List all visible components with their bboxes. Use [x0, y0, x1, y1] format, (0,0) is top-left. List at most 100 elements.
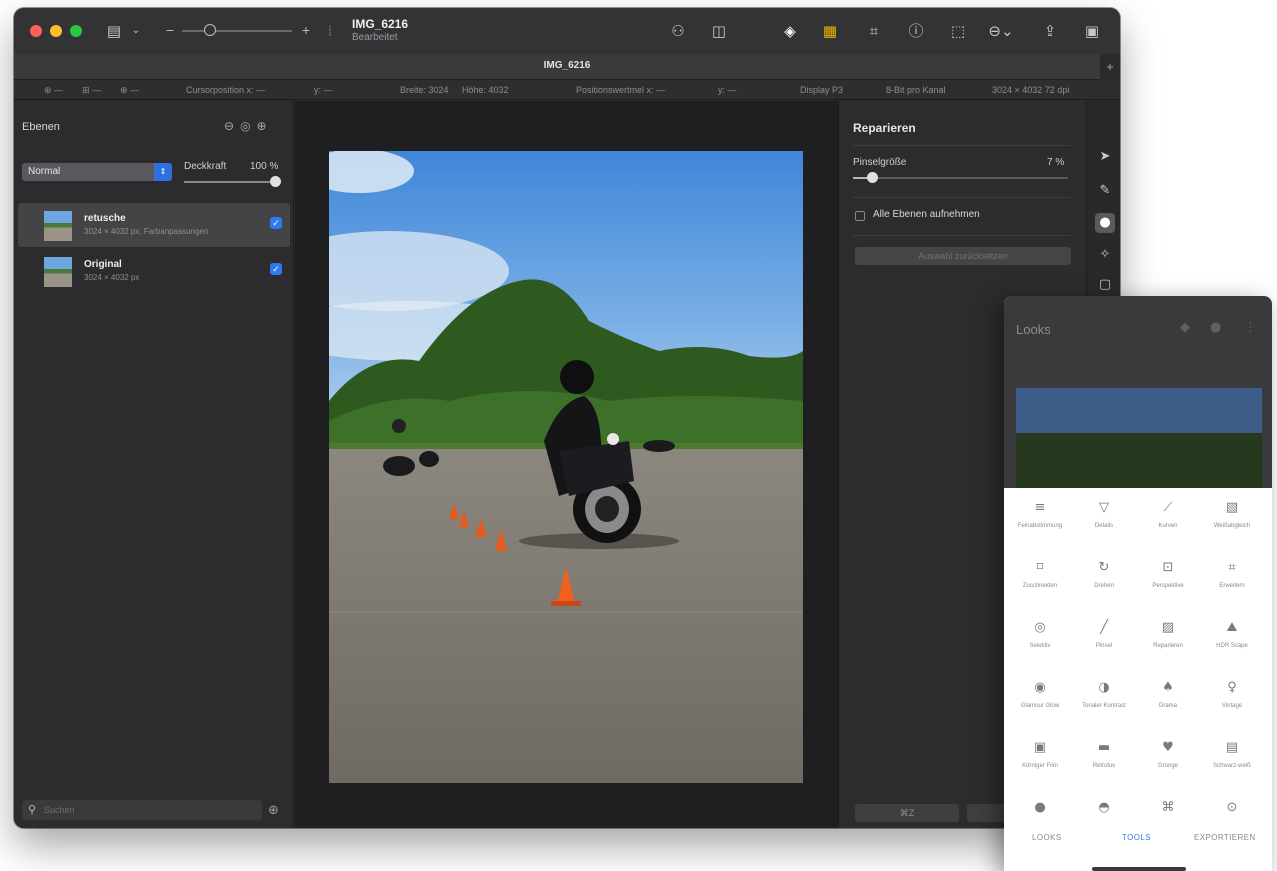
- maximize-button[interactable]: [70, 25, 82, 37]
- layer-visibility-checkbox[interactable]: ✓: [270, 263, 282, 275]
- layers-icon[interactable]: ◆: [1180, 320, 1190, 335]
- snapseed-screen: Looks ◆ ● ⋮ ≡ Feinabstimmung ▽ Details ⟋ Kurv…: [1004, 296, 1272, 871]
- layer-visibility-checkbox[interactable]: ✓: [270, 217, 282, 229]
- tool-rotate[interactable]: ↻ Drehen: [1072, 558, 1136, 616]
- brush-size-value[interactable]: 7 %: [1047, 157, 1064, 168]
- minimize-button[interactable]: [50, 25, 62, 37]
- snapseed-preview[interactable]: [1016, 388, 1262, 488]
- tool-grainy-film[interactable]: ▣ Körniger Film: [1008, 738, 1072, 796]
- opacity-slider[interactable]: [184, 181, 276, 183]
- clone-icon[interactable]: ✧: [1095, 245, 1115, 265]
- selective-icon: ◎: [1034, 620, 1046, 635]
- new-tab-button[interactable]: +: [1100, 54, 1120, 80]
- tool-label: Schwarz-weiß: [1213, 763, 1251, 769]
- add-layer-icon[interactable]: ⊕: [257, 119, 267, 133]
- brush-icon: ╱: [1100, 620, 1108, 635]
- frames-icon: ⊙: [1226, 800, 1238, 815]
- crop-icon[interactable]: ⌗: [864, 21, 884, 41]
- layer-meta: 3024 × 4032 px, Farbanpassungen: [84, 227, 209, 236]
- tool-crop[interactable]: ⌑ Zuschneiden: [1008, 558, 1072, 616]
- nav-export[interactable]: EXPORTIEREN: [1194, 833, 1256, 842]
- tool-details[interactable]: ▽ Details: [1072, 498, 1136, 556]
- info-icon[interactable]: ⓘ: [906, 21, 926, 41]
- tool-vintage[interactable]: ♀ Vintage: [1200, 678, 1264, 736]
- glamour-icon: ◉: [1034, 680, 1046, 695]
- tool-tune[interactable]: ≡ Feinabstimmung: [1008, 498, 1072, 556]
- tool-curves[interactable]: ⟋ Kurven: [1136, 498, 1200, 556]
- opacity-slider-knob[interactable]: [270, 176, 281, 187]
- brush-size-slider[interactable]: [853, 177, 1068, 179]
- tool-expand[interactable]: ⌗ Erweitern: [1200, 558, 1264, 616]
- color-adjust-icon[interactable]: ▦: [820, 21, 840, 41]
- snapseed-header: Looks ◆ ● ⋮: [1004, 296, 1272, 488]
- arrow-icon[interactable]: ➤: [1095, 147, 1115, 167]
- healing-icon: ▨: [1161, 620, 1175, 635]
- zoom-slider[interactable]: [182, 30, 292, 32]
- opacity-label: Deckkraft: [184, 161, 227, 172]
- more-icon[interactable]: ⊖⌄: [986, 21, 1016, 41]
- photo-motorcycle[interactable]: [329, 151, 803, 783]
- snapseed-tools-grid: ≡ Feinabstimmung ▽ Details ⟋ Kurven ▧ Weißabgle…: [1004, 488, 1272, 871]
- zoom-out-icon[interactable]: −: [160, 21, 180, 41]
- tool-white-balance[interactable]: ▧ Weißabgleich: [1200, 498, 1264, 556]
- rotate-icon[interactable]: ⬚: [948, 21, 968, 41]
- zoom-in-icon[interactable]: +: [296, 21, 316, 41]
- style-icon[interactable]: ◎: [240, 119, 250, 133]
- tool-label: Pinsel: [1095, 643, 1113, 649]
- tool-drama[interactable]: ♠ Drama: [1136, 678, 1200, 736]
- portrait-icon[interactable]: ◫: [709, 21, 729, 41]
- blend-mode-select[interactable]: Normal ⇕: [22, 163, 172, 181]
- nav-tools[interactable]: TOOLS: [1122, 833, 1151, 842]
- opacity-value[interactable]: 100 %: [250, 161, 278, 172]
- zoom-slider-knob[interactable]: [204, 24, 216, 36]
- tool-bw[interactable]: ▤ Schwarz-weiß: [1200, 738, 1264, 796]
- search-input[interactable]: [44, 802, 254, 818]
- tool-label: Glamour Glow: [1020, 703, 1060, 709]
- tool-perspective[interactable]: ⊡ Perspektive: [1136, 558, 1200, 616]
- repair-icon[interactable]: ●: [1095, 213, 1115, 233]
- all-layers-checkbox[interactable]: [855, 211, 865, 221]
- tool-brush[interactable]: ╱ Pinsel: [1072, 618, 1136, 676]
- inspector-toggle-icon[interactable]: ▣: [1082, 21, 1102, 41]
- tool-glamour[interactable]: ◉ Glamour Glow: [1008, 678, 1072, 736]
- tool-label: Perspektive: [1152, 583, 1184, 589]
- tool-selective[interactable]: ◎ Selektiv: [1008, 618, 1072, 676]
- info-icon[interactable]: ●: [1210, 320, 1221, 335]
- brush-icon[interactable]: ✎: [1095, 181, 1115, 201]
- hdr-icon: ⛰: [1226, 620, 1238, 635]
- editor-window: ▤ ⌄ − + ⁞ IMG_6216 Bearbeitet ⚇ ◫ ◈ ▦ ⌗ …: [14, 8, 1120, 828]
- pixel-position: Positionswertmel x: —: [576, 85, 666, 95]
- mask-icon[interactable]: ⊖: [224, 119, 234, 133]
- layer-row-retusche[interactable]: retusche 3024 × 4032 px, Farbanpassungen…: [18, 203, 290, 247]
- more-vertical-icon[interactable]: ⋮: [1244, 320, 1257, 335]
- undo-button[interactable]: ⌘Z: [855, 804, 959, 822]
- reset-selection-button[interactable]: Auswahl zurücksetzen: [855, 247, 1071, 265]
- tool-grunge[interactable]: ♥ Grunge: [1136, 738, 1200, 796]
- brush-size-knob[interactable]: [867, 172, 878, 183]
- share-icon[interactable]: ⇪: [1040, 21, 1060, 41]
- layer-row-original[interactable]: Original 3024 × 4032 px ✓: [18, 249, 290, 293]
- chevron-updown-icon[interactable]: ⇕: [154, 163, 172, 181]
- layers-style-icon[interactable]: ◈: [780, 21, 800, 41]
- sidebar-icon[interactable]: ▤: [104, 21, 124, 41]
- canvas-area[interactable]: [295, 101, 838, 828]
- image-width: Breite: 3024: [400, 85, 449, 95]
- info-bar: ⊕ — ⊞ — ⊕ — Cursorposition x: — y: — Bre…: [14, 80, 1120, 100]
- drama-icon: ♠: [1162, 680, 1174, 695]
- tool-tonal-contrast[interactable]: ◑ Tonaler Kontrast: [1072, 678, 1136, 736]
- tool-label: Reparieren: [1153, 643, 1183, 649]
- tool-hdr[interactable]: ⛰ HDR Scape: [1200, 618, 1264, 676]
- tool-healing[interactable]: ▨ Reparieren: [1136, 618, 1200, 676]
- nav-looks[interactable]: LOOKS: [1032, 833, 1062, 842]
- layer-name: Original: [84, 259, 122, 270]
- add-icon[interactable]: ⊕: [268, 803, 279, 818]
- chevron-down-icon[interactable]: ⌄: [126, 21, 146, 41]
- select-icon[interactable]: ▢: [1095, 275, 1115, 295]
- tab-document[interactable]: IMG_6216: [14, 60, 1120, 71]
- image-dimensions: 3024 × 4032 72 dpi: [992, 85, 1070, 95]
- ml-enhance-icon[interactable]: ⚇: [668, 21, 688, 41]
- title-bar: ▤ ⌄ − + ⁞ IMG_6216 Bearbeitet ⚇ ◫ ◈ ▦ ⌗ …: [14, 8, 1120, 54]
- tool-retrolux[interactable]: ▬ Retrolux: [1072, 738, 1136, 796]
- close-button[interactable]: [30, 25, 42, 37]
- tool-label: Drama: [1158, 703, 1177, 709]
